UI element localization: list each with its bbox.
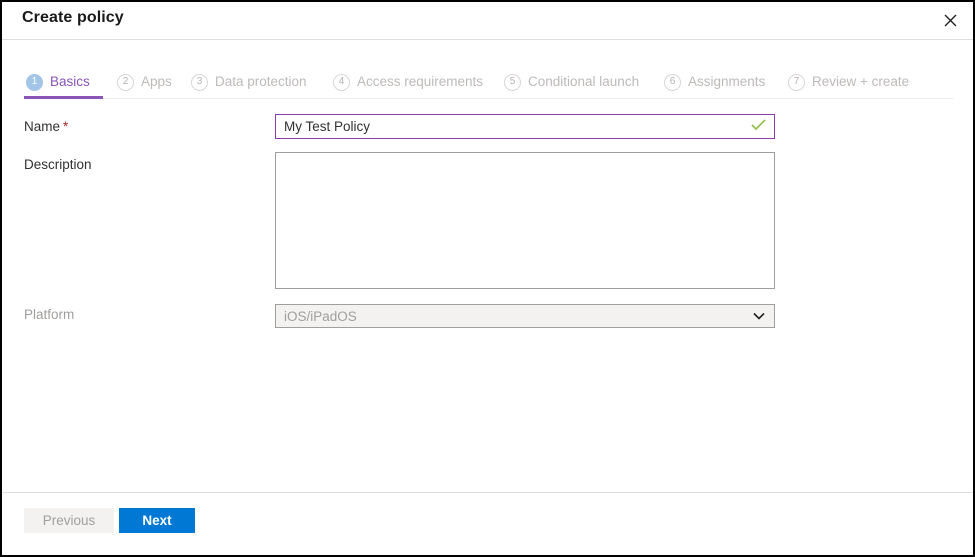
tab-label-assignments: Assignments <box>688 74 766 90</box>
tab-label-review-create: Review + create <box>812 74 910 90</box>
tab-data-protection[interactable]: 3 Data protection <box>189 66 309 98</box>
required-marker: * <box>63 119 69 134</box>
name-field-wrapper <box>275 114 775 139</box>
description-input[interactable] <box>275 152 775 289</box>
active-tab-indicator <box>24 96 103 99</box>
close-button[interactable] <box>935 6 965 34</box>
tab-assignments[interactable]: 6 Assignments <box>662 66 767 98</box>
tab-basics[interactable]: 1 Basics <box>24 66 92 98</box>
create-policy-dialog: Create policy 1 Basics 2 Apps 3 Data pro… <box>0 0 975 557</box>
tab-label-data-protection: Data protection <box>215 74 307 90</box>
step-badge-7: 7 <box>788 73 805 91</box>
description-label: Description <box>24 157 92 172</box>
tab-label-apps: Apps <box>141 74 172 90</box>
step-badge-1: 1 <box>26 73 43 91</box>
tab-label-access-requirements: Access requirements <box>357 74 484 90</box>
name-label: Name * <box>24 119 68 134</box>
previous-button[interactable]: Previous <box>24 508 114 533</box>
platform-label: Platform <box>24 307 75 322</box>
tab-label-conditional-launch: Conditional launch <box>528 74 640 90</box>
page-title: Create policy <box>22 9 124 26</box>
step-badge-6: 6 <box>664 73 681 91</box>
platform-select[interactable]: iOS/iPadOS <box>275 304 775 328</box>
checkmark-icon <box>751 118 766 136</box>
step-badge-5: 5 <box>504 73 521 91</box>
tab-label-basics: Basics <box>50 74 90 90</box>
footer-divider <box>2 492 973 493</box>
tab-review-create[interactable]: 7 Review + create <box>786 66 911 98</box>
next-button[interactable]: Next <box>119 508 195 533</box>
wizard-steps: 1 Basics 2 Apps 3 Data protection 4 Acce… <box>2 66 973 99</box>
step-badge-4: 4 <box>333 73 350 91</box>
step-badge-2: 2 <box>117 73 134 91</box>
name-input[interactable] <box>276 115 748 138</box>
tab-access-requirements[interactable]: 4 Access requirements <box>331 66 485 98</box>
chevron-down-icon <box>744 312 774 320</box>
step-badge-3: 3 <box>191 73 208 91</box>
header-divider <box>2 39 973 40</box>
name-label-text: Name <box>24 119 61 134</box>
dialog-header: Create policy <box>2 2 973 39</box>
tabs-baseline <box>24 98 953 99</box>
platform-selected-value: iOS/iPadOS <box>284 308 357 324</box>
tab-apps[interactable]: 2 Apps <box>115 66 174 98</box>
tab-conditional-launch[interactable]: 5 Conditional launch <box>502 66 641 98</box>
close-icon <box>944 14 957 27</box>
